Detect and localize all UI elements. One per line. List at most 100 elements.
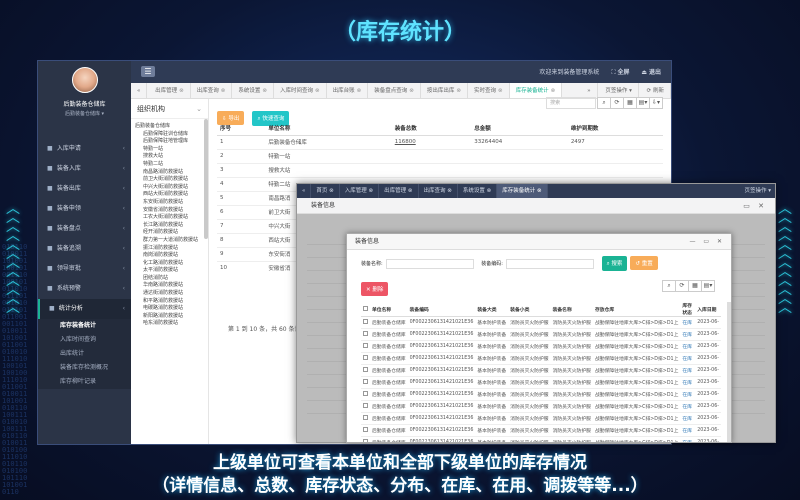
toggle-view-icon[interactable]: ▦ [623, 97, 637, 109]
tree-node[interactable]: 群力第一大道消防救援站 [135, 237, 208, 245]
close-icon[interactable]: ⊗ [357, 88, 362, 94]
search-icon[interactable]: ⌕ [662, 279, 676, 292]
fullscreen-button[interactable]: ⛶ 全屏 [611, 69, 629, 76]
table-row[interactable]: 后勤装备仓储库0F0022306131421021E36基本防护装备消防员灭火防… [361, 436, 721, 442]
column-header[interactable]: 序号 [217, 121, 266, 136]
tab-item[interactable]: 库存装备统计 ⊗ [497, 184, 548, 198]
checkbox[interactable] [363, 343, 368, 348]
tab-item[interactable]: 出库台账 ⊗ [327, 83, 369, 98]
tree-node[interactable]: 后勤保障驻地管理库 [135, 138, 208, 146]
row-checkbox-cell[interactable] [361, 328, 370, 341]
tree-node[interactable]: 安徽省消防救援站 [135, 207, 208, 215]
close-icon[interactable]: ⊗ [498, 88, 503, 94]
table-row[interactable]: 后勤装备仓储库0F0022306131421021E36基本防护装备消防员灭火防… [361, 364, 721, 377]
table-cell[interactable]: 116800 [391, 134, 472, 149]
window-controls[interactable]: — ▭ ✕ [689, 234, 725, 250]
table-row[interactable]: 后勤装备仓储库0F0022306131421021E36基本防护装备消防员灭火防… [361, 328, 721, 341]
table-row[interactable]: 后勤装备仓储库0F0022306131421021E36基本防护装备消防员灭火防… [361, 400, 721, 413]
table-row[interactable]: 后勤装备仓储库0F0022306131421021E36基本防护装备消防员灭火防… [361, 424, 721, 437]
tab-item[interactable]: 出库管理 ⊗ [149, 83, 191, 98]
table-row[interactable]: 2 特勤一站 [217, 148, 663, 163]
table-row[interactable]: 1 后勤装备仓储库 116800 33264404 2497 [217, 134, 663, 149]
tab-item[interactable]: 入库管理 ⊗ [340, 184, 380, 198]
row-checkbox-cell[interactable] [361, 424, 370, 437]
table-row[interactable]: 后勤装备仓储库0F0022306131421021E36基本防护装备消防员灭火防… [361, 412, 721, 425]
table-row[interactable]: 后勤装备仓储库0F0022306131421021E36基本防护装备消防员灭火防… [361, 352, 721, 365]
tab-item[interactable]: 系统设置 ⊗ [458, 184, 498, 198]
search-input[interactable]: 搜索 [546, 97, 597, 109]
checkbox[interactable] [363, 415, 368, 420]
tree-node[interactable]: 华南路消防救援站 [135, 282, 208, 290]
reset-button[interactable]: ↺ 重置 [630, 256, 658, 270]
tree-node[interactable]: 南岗消防救援站 [135, 252, 208, 260]
column-header[interactable]: 维护到期数 [567, 121, 663, 136]
column-header[interactable]: 存放仓库 [592, 302, 681, 317]
search-button[interactable]: ⌕ 搜索 [601, 256, 628, 271]
close-icon[interactable]: ⊗ [367, 188, 374, 194]
close-icon[interactable]: ⊗ [406, 188, 413, 194]
close-icon[interactable]: ⊗ [262, 88, 267, 94]
equipment-name-input[interactable] [385, 258, 474, 269]
tree-scrollbar[interactable] [204, 119, 208, 239]
column-header[interactable]: 装备名称 [550, 302, 593, 317]
column-header[interactable]: 装备编码 [407, 302, 476, 317]
checkbox[interactable] [363, 319, 368, 324]
close-icon[interactable]: ⊗ [456, 88, 461, 94]
submenu-item[interactable]: 装备库存检测概况 [38, 361, 131, 375]
column-header[interactable]: 装备小类 [508, 302, 551, 317]
chevron-down-icon[interactable]: ⌄ [196, 99, 202, 119]
tree-node[interactable]: 太平消防救援站 [135, 267, 208, 275]
column-header[interactable]: 单位名称 [370, 302, 408, 317]
row-checkbox-cell[interactable] [361, 412, 370, 425]
refresh-icon[interactable]: ⟳ [610, 97, 624, 109]
tab-item[interactable]: 按出库出库 ⊗ [421, 83, 468, 98]
close-icon[interactable]: ⊗ [446, 188, 452, 194]
checkbox[interactable] [363, 355, 368, 360]
toggle-view-icon[interactable]: ▦ [688, 279, 702, 292]
column-header[interactable]: 总金额 [471, 121, 568, 136]
close-icon[interactable]: ⊗ [179, 88, 184, 94]
search-icon[interactable]: ⌕ [597, 97, 611, 109]
tree-node[interactable]: 搜救大站 [135, 153, 208, 161]
sidebar-item-8[interactable]: ■ 统计分析 ‹ [38, 299, 131, 319]
tab-ops-button[interactable]: 页签操作 ▾ [744, 184, 771, 198]
row-checkbox-cell[interactable] [361, 340, 370, 353]
table-row[interactable]: 后勤装备仓储库0F0022306131421021E36基本防护装备消防员灭火防… [361, 340, 721, 353]
column-header[interactable]: 装备大类 [475, 302, 509, 317]
table-row[interactable]: 后勤装备仓储库0F0022306131421021E36基本防护装备消防员灭火防… [361, 376, 721, 389]
row-checkbox-cell[interactable] [361, 388, 370, 401]
table-row[interactable]: 后勤装备仓储库0F0022306131421021E36基本防护装备消防员灭火防… [361, 316, 721, 329]
sidebar-item-0[interactable]: ■ 入库申请 ‹ [38, 139, 131, 159]
tab-item[interactable]: 出库查询 ⊗ [191, 83, 233, 98]
avatar[interactable] [71, 67, 98, 93]
row-checkbox-cell[interactable] [361, 400, 370, 413]
sidebar-item-1[interactable]: ■ 装备入库 ‹ [38, 159, 131, 179]
tab-item[interactable]: 实时查询 ⊗ [468, 83, 510, 98]
menu-toggle-icon[interactable]: ☰ [141, 66, 155, 77]
select-all-checkbox[interactable] [361, 302, 370, 317]
close-icon[interactable]: ⊗ [221, 88, 226, 94]
tree-node[interactable]: 经开消防救援站 [135, 229, 208, 237]
row-checkbox-cell[interactable] [361, 352, 370, 365]
tree-node[interactable]: 电碳路消防救援站 [135, 305, 208, 313]
table-row[interactable]: 后勤装备仓储库0F0022306131421021E36基本防护装备消防员灭火防… [361, 388, 721, 401]
submenu-item[interactable]: 库存装备统计 [38, 319, 131, 333]
sidebar-item-2[interactable]: ■ 装备出库 ‹ [38, 179, 131, 199]
tree-node[interactable]: 特勤二站 [135, 161, 208, 169]
equipment-code-input[interactable] [505, 258, 594, 269]
submenu-item[interactable]: 出库统计 [38, 347, 131, 361]
checkbox[interactable] [363, 367, 368, 372]
column-header[interactable]: 装备总数 [391, 121, 472, 136]
logout-button[interactable]: ⏏ 退出 [641, 69, 661, 76]
submenu-item[interactable]: 库存柳叶记录 [38, 375, 131, 389]
close-icon[interactable]: ⊗ [409, 88, 414, 94]
tree-node[interactable]: 工农大街消防救援站 [135, 214, 208, 222]
tab-prev-icon[interactable]: « [131, 83, 148, 98]
close-icon[interactable]: ⊗ [485, 188, 492, 194]
tab-item[interactable]: 出库查询 ⊗ [419, 184, 458, 198]
tab-prev-icon[interactable]: « [297, 184, 312, 198]
delete-button[interactable]: ✕ 删除 [361, 282, 389, 296]
tree-node[interactable]: 通达街消防救援站 [135, 290, 208, 298]
export-icon[interactable]: ⇩▾ [649, 97, 663, 109]
close-icon[interactable]: ⊗ [327, 188, 334, 194]
